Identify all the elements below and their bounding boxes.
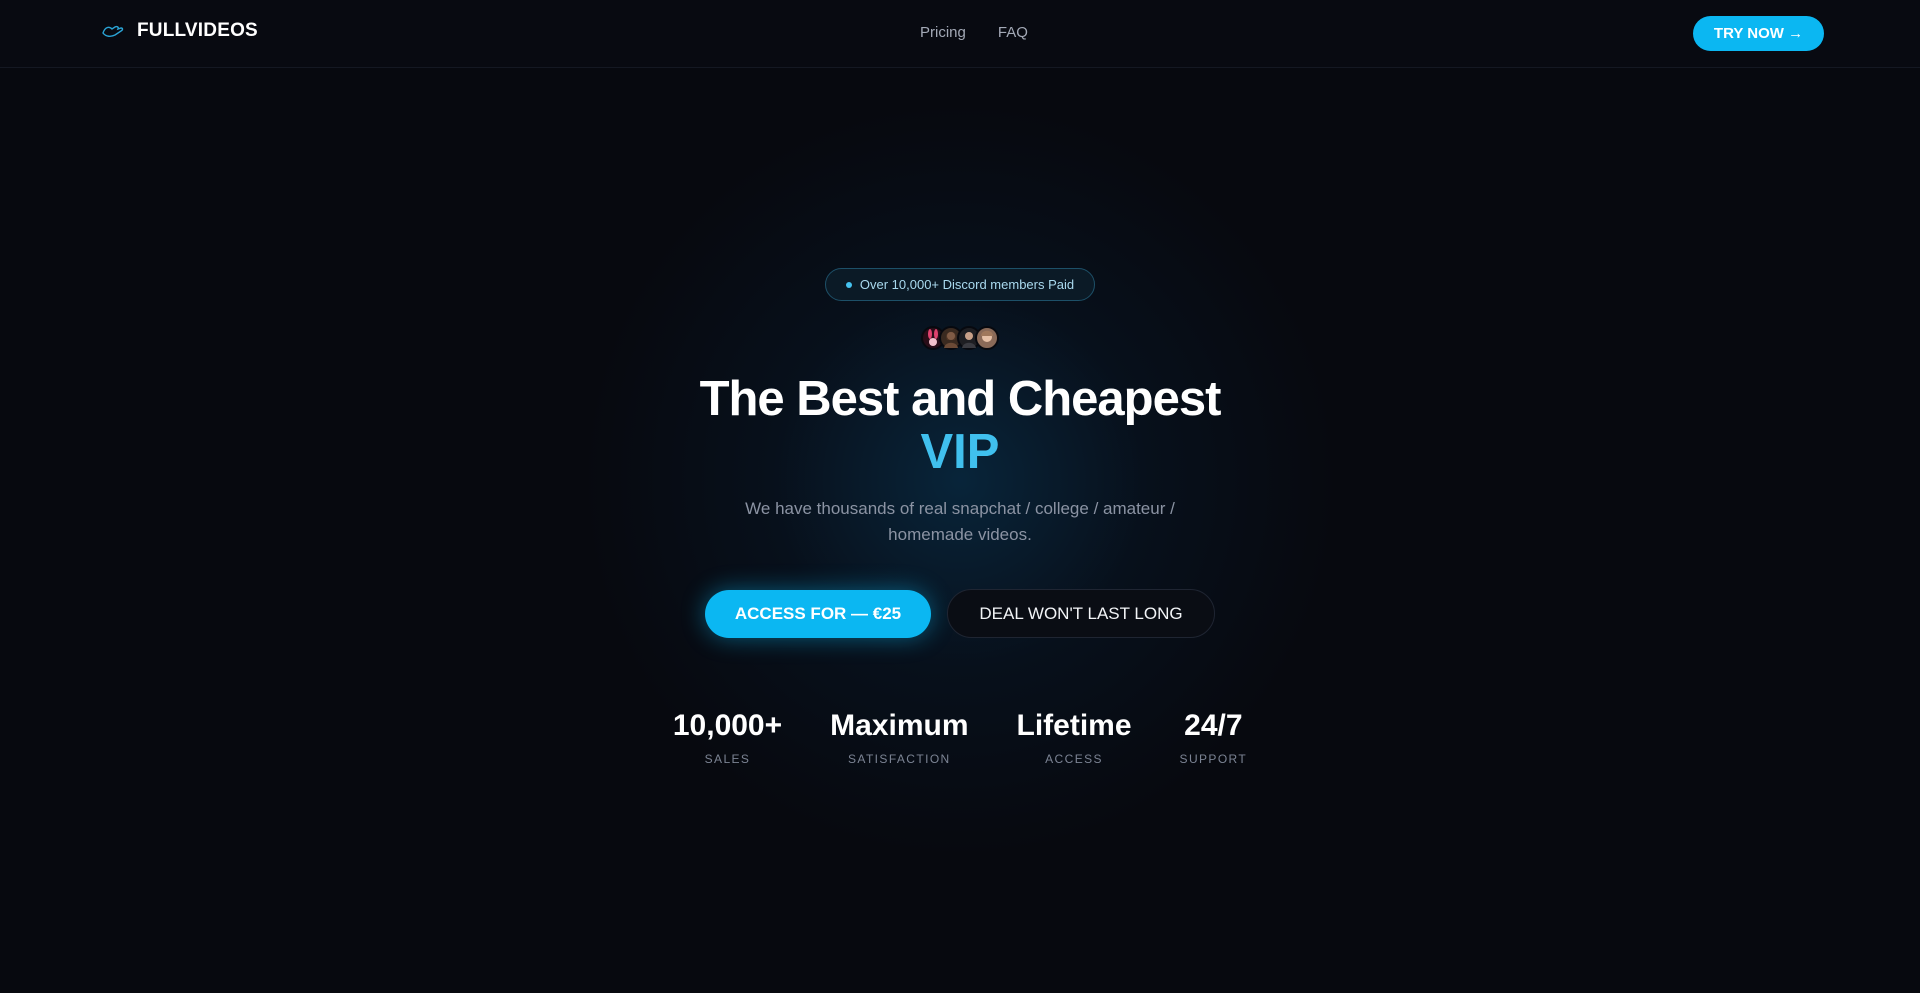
- hero-headline: The Best and Cheapest: [699, 372, 1222, 426]
- stat-label: ACCESS: [1045, 752, 1103, 766]
- brand-logo[interactable]: FULLVIDEOS: [101, 20, 258, 42]
- nav-link-faq[interactable]: FAQ: [998, 24, 1028, 41]
- badge-text: Over 10,000+ Discord members Paid: [859, 277, 1075, 292]
- stats-row: 10,000+ SALES Maximum SATISFACTION Lifet…: [0, 706, 1920, 766]
- nav-link-pricing[interactable]: Pricing: [920, 24, 966, 41]
- top-navbar: FULLVIDEOS Pricing FAQ TRY NOW →: [0, 0, 1920, 68]
- stat-value: Lifetime: [1016, 709, 1132, 742]
- landing-page: FULLVIDEOS Pricing FAQ TRY NOW → Over 10…: [0, 0, 1920, 993]
- avatar-stack: [921, 326, 999, 350]
- access-button[interactable]: ACCESS FOR — €25: [705, 590, 931, 638]
- brand-name: FULLVIDEOS: [137, 20, 258, 41]
- hero-subtitle: We have thousands of real snapchat / col…: [745, 499, 1175, 544]
- status-dot-icon: [845, 281, 852, 288]
- stat-support: 24/7 SUPPORT: [1180, 706, 1248, 766]
- stat-value: Maximum: [830, 709, 969, 742]
- try-now-button[interactable]: TRY NOW →: [1693, 16, 1824, 51]
- stat-label: SALES: [704, 752, 751, 766]
- deal-button[interactable]: DEAL WON'T LAST LONG: [947, 589, 1215, 638]
- hero-headline-accent: VIP: [920, 425, 1000, 479]
- stat-value: 24/7: [1184, 709, 1243, 742]
- hand-wave-icon: [101, 23, 125, 39]
- stat-satisfaction: Maximum SATISFACTION: [830, 706, 968, 766]
- avatar-person: [975, 326, 999, 350]
- stat-label: SUPPORT: [1179, 752, 1248, 766]
- stat-value: 10,000+: [672, 709, 783, 742]
- stat-access: Lifetime ACCESS: [1017, 706, 1132, 766]
- stat-sales: 10,000+ SALES: [673, 706, 782, 766]
- main-nav: Pricing FAQ: [920, 24, 1028, 41]
- stat-label: SATISFACTION: [848, 752, 951, 766]
- members-badge: Over 10,000+ Discord members Paid: [825, 268, 1095, 301]
